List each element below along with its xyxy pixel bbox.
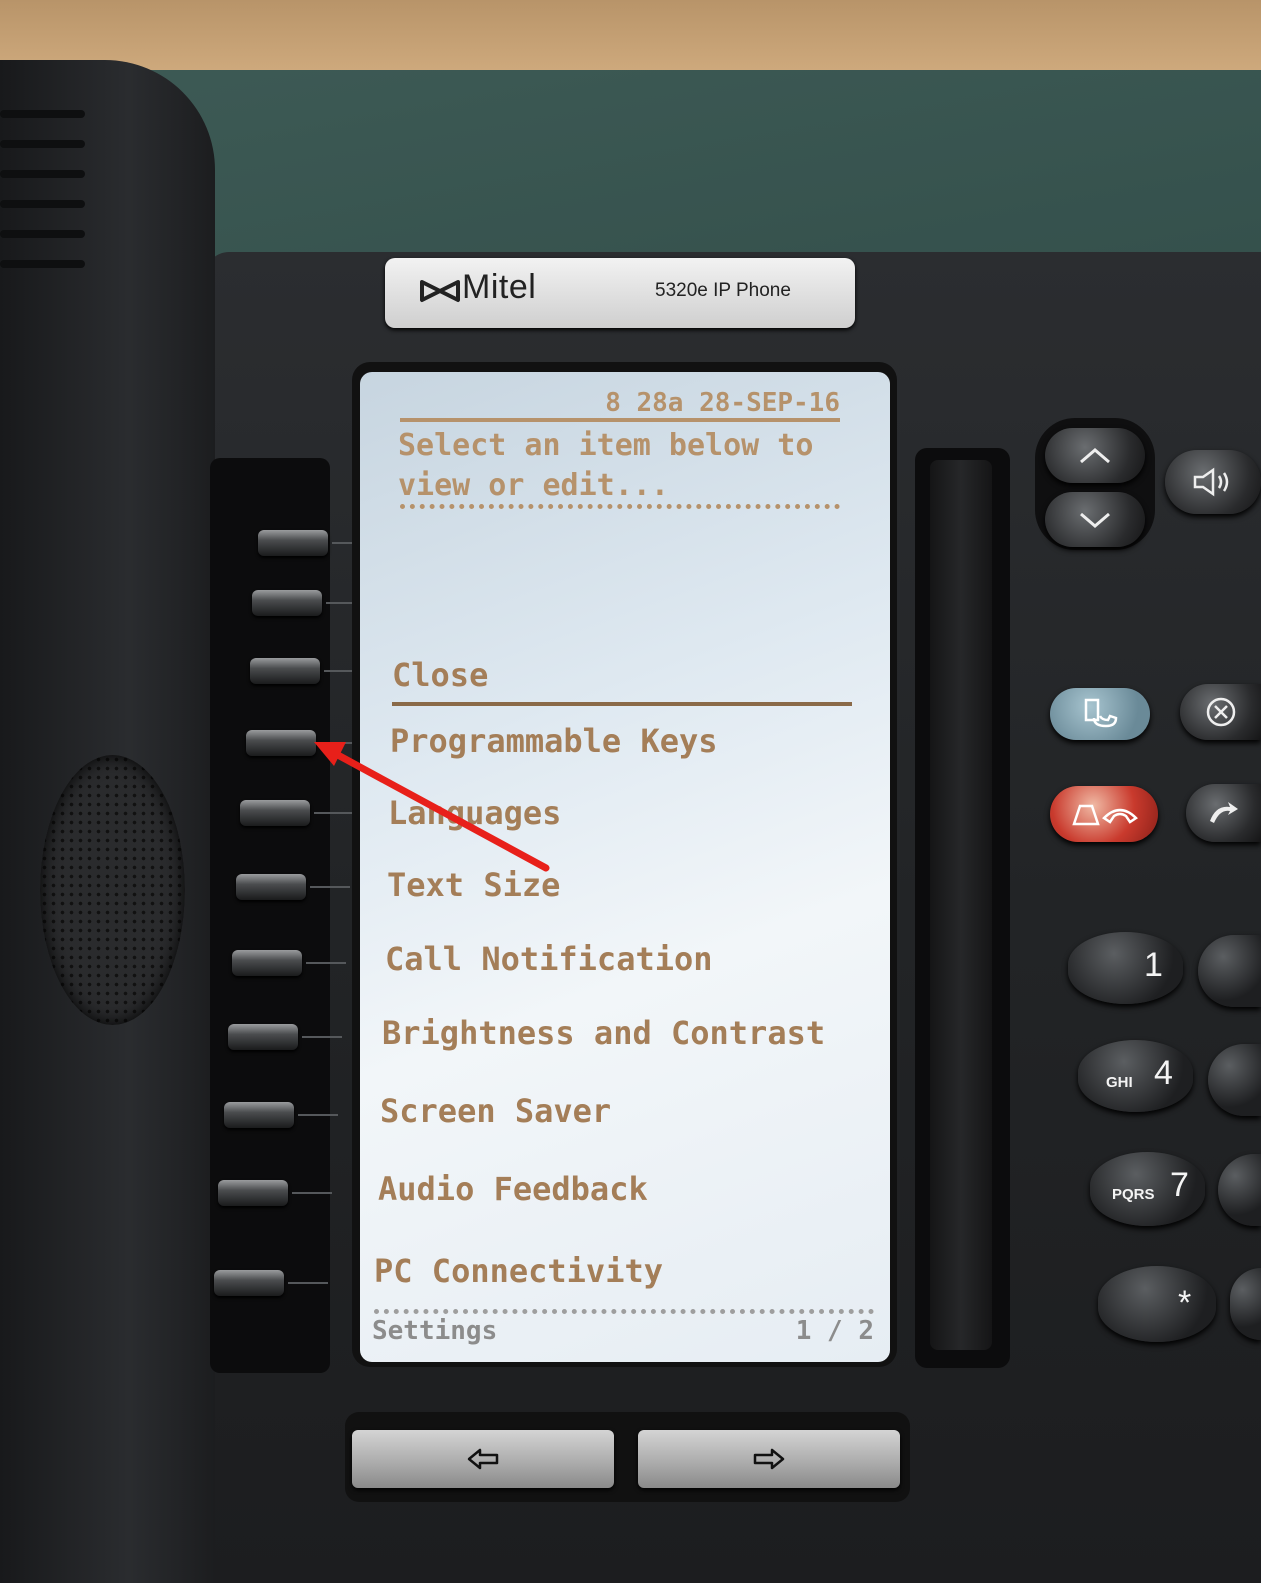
programmable-key[interactable]: [246, 730, 316, 756]
programmable-key[interactable]: [224, 1102, 294, 1128]
speaker-icon: [1193, 467, 1229, 497]
selection-divider: [392, 702, 852, 706]
handset-grip: [0, 200, 85, 208]
brand-name: Mitel: [462, 268, 537, 306]
menu-item-call-notification[interactable]: Call Notification: [385, 940, 713, 978]
menu-item-audio-feedback[interactable]: Audio Feedback: [378, 1170, 648, 1208]
dial-key-star[interactable]: *: [1098, 1266, 1216, 1342]
dotted-divider: [400, 504, 840, 509]
footer-title: Settings: [372, 1316, 498, 1346]
hold-button[interactable]: [1050, 786, 1158, 842]
handset-grip: [0, 230, 85, 238]
dial-key-2[interactable]: [1198, 935, 1261, 1007]
page-indicator: 1 / 2: [795, 1316, 874, 1346]
key-tick-mark: [314, 812, 354, 814]
down-button[interactable]: [1045, 492, 1145, 547]
menu-item-languages[interactable]: Languages: [388, 794, 561, 832]
speaker-button[interactable]: [1165, 450, 1261, 514]
key-tick-mark: [306, 962, 346, 964]
dial-digit: 1: [1144, 946, 1163, 984]
dial-key-4[interactable]: GHI 4: [1078, 1040, 1193, 1112]
handset-grip: [0, 140, 85, 148]
programmable-key[interactable]: [240, 800, 310, 826]
menu-item-screen-saver[interactable]: Screen Saver: [380, 1092, 611, 1130]
key-tick-mark: [302, 1036, 342, 1038]
programmable-key[interactable]: [236, 874, 306, 900]
dotted-divider: [374, 1309, 874, 1314]
handset-speaker-grille: [40, 755, 185, 1025]
programmable-key[interactable]: [228, 1024, 298, 1050]
date-time: 8 28a 28-SEP-16: [605, 388, 840, 418]
transfer-button[interactable]: [1050, 688, 1150, 740]
programmable-key[interactable]: [214, 1270, 284, 1296]
dial-key-1[interactable]: 1: [1068, 932, 1183, 1004]
up-button[interactable]: [1045, 428, 1145, 483]
right-key-panel: [930, 460, 992, 1350]
menu-item-pc-connectivity[interactable]: PC Connectivity: [374, 1252, 663, 1290]
arrow-right-icon: [753, 1448, 785, 1470]
menu-item-programmable-keys[interactable]: Programmable Keys: [390, 722, 718, 760]
lcd-screen: 8 28a 28-SEP-16 Select an item below to …: [360, 372, 890, 1362]
redial-icon: [1209, 802, 1238, 823]
dial-letters: PQRS: [1112, 1186, 1155, 1203]
programmable-key[interactable]: [258, 530, 328, 556]
mitel-logo-icon: [420, 280, 460, 302]
screen-prompt: Select an item below to view or edit...: [398, 428, 814, 503]
programmable-key[interactable]: [252, 590, 322, 616]
hold-icon: [1072, 804, 1138, 826]
cancel-icon: [1206, 697, 1235, 727]
dial-digit: 4: [1154, 1054, 1173, 1092]
dial-digit: 7: [1170, 1166, 1189, 1204]
chevron-down-icon: [1080, 512, 1110, 528]
cancel-button[interactable]: [1180, 684, 1261, 740]
page-right-button[interactable]: [638, 1430, 900, 1488]
programmable-key[interactable]: [232, 950, 302, 976]
menu-item-text-size[interactable]: Text Size: [387, 866, 560, 904]
redial-button[interactable]: [1186, 784, 1261, 842]
header-divider: [400, 418, 840, 422]
key-tick-mark: [310, 886, 350, 888]
menu-item-close[interactable]: Close: [392, 656, 488, 694]
transfer-icon: [1084, 698, 1118, 728]
chevron-up-icon: [1080, 447, 1110, 463]
handset-grip: [0, 260, 85, 268]
key-tick-mark: [298, 1114, 338, 1116]
key-tick-mark: [292, 1192, 332, 1194]
menu-item-brightness-contrast[interactable]: Brightness and Contrast: [382, 1014, 825, 1052]
dial-digit: *: [1178, 1284, 1192, 1322]
arrow-left-icon: [467, 1448, 499, 1470]
handset-grip: [0, 110, 85, 118]
dial-key-7[interactable]: PQRS 7: [1090, 1152, 1205, 1226]
handset-grip: [0, 170, 85, 178]
programmable-key[interactable]: [218, 1180, 288, 1206]
page-left-button[interactable]: [352, 1430, 614, 1488]
dial-letters: GHI: [1106, 1074, 1133, 1091]
key-tick-mark: [288, 1282, 328, 1284]
programmable-key[interactable]: [250, 658, 320, 684]
phone-model: 5320e IP Phone: [655, 280, 791, 301]
